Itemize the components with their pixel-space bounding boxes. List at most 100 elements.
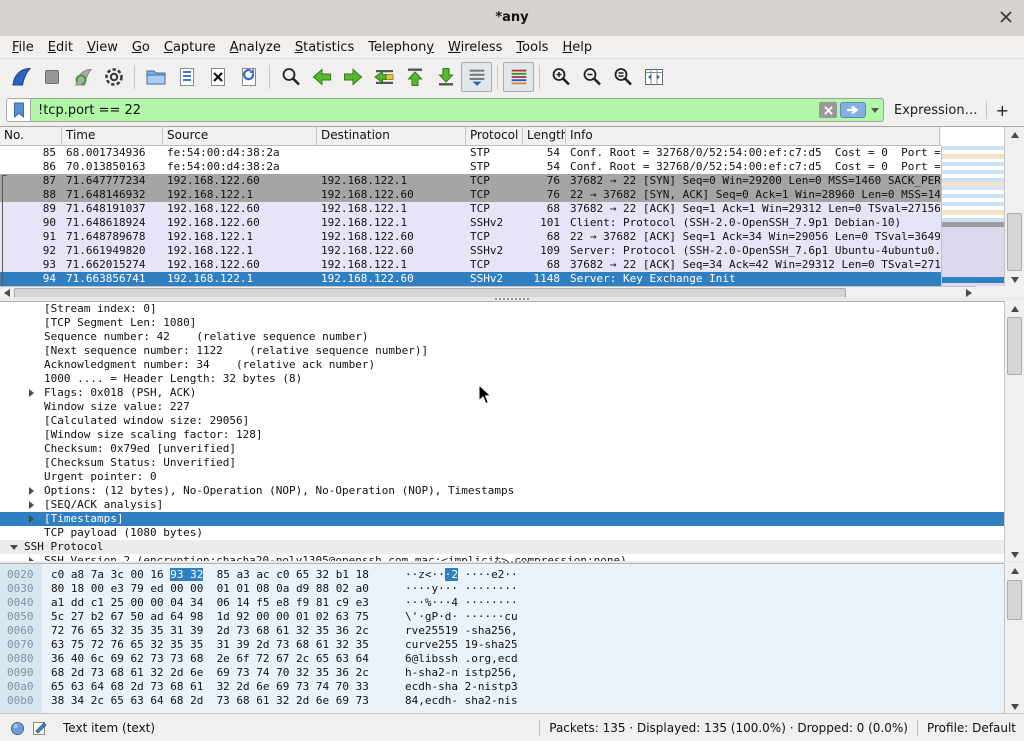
expander-closed-icon[interactable] bbox=[29, 515, 34, 523]
colorize-packets-icon[interactable] bbox=[503, 62, 534, 92]
packet-row-91[interactable]: 9171.648789678192.168.122.1192.168.122.6… bbox=[0, 230, 941, 244]
expert-info-icon[interactable] bbox=[10, 721, 25, 736]
scroll-thumb[interactable] bbox=[1007, 213, 1022, 271]
menu-analyze[interactable]: Analyze bbox=[223, 38, 288, 57]
detail-line[interactable]: [Checksum Status: Unverified] bbox=[0, 456, 1004, 470]
column-header-destination[interactable]: Destination bbox=[317, 127, 466, 145]
close-icon[interactable] bbox=[999, 10, 1013, 24]
expander-open-icon[interactable] bbox=[10, 545, 18, 550]
detail-line[interactable]: [Stream index: 0] bbox=[0, 302, 1004, 316]
scroll-left-arrow[interactable] bbox=[4, 289, 10, 297]
menu-capture[interactable]: Capture bbox=[157, 38, 223, 57]
column-header-time[interactable]: Time bbox=[62, 127, 163, 145]
packet-row-93[interactable]: 9371.662015274192.168.122.60192.168.122.… bbox=[0, 258, 941, 272]
hex-vscrollbar[interactable] bbox=[1004, 563, 1024, 713]
stop-capture-icon[interactable] bbox=[36, 62, 67, 92]
packet-row-86[interactable]: 8670.013850163fe:54:00:d4:38:2aSTP54Conf… bbox=[0, 160, 941, 174]
zoom-out-icon[interactable] bbox=[576, 62, 607, 92]
close-file-icon[interactable] bbox=[202, 62, 233, 92]
go-last-packet-icon[interactable] bbox=[430, 62, 461, 92]
detail-line[interactable]: 1000 .... = Header Length: 32 bytes (8) bbox=[0, 372, 1004, 386]
hex-row-0050[interactable]: 00505c 27 b2 67 50 ad 64 98 1d 92 00 00 … bbox=[0, 610, 1024, 624]
scroll-up-arrow[interactable] bbox=[1011, 306, 1019, 312]
hex-row-0030[interactable]: 003080 18 00 e3 79 ed 00 00 01 01 08 0a … bbox=[0, 582, 1024, 596]
title-bar[interactable]: *any bbox=[0, 0, 1024, 37]
menu-wireless[interactable]: Wireless bbox=[441, 38, 509, 57]
detail-line[interactable]: [Calculated window size: 29056] bbox=[0, 414, 1004, 428]
hex-row-00b0[interactable]: 00b038 34 2c 65 63 64 68 2d 73 68 61 32 … bbox=[0, 694, 1024, 708]
packet-row-87[interactable]: 8771.647777234192.168.122.60192.168.122.… bbox=[0, 174, 941, 188]
packet-list-minimap[interactable] bbox=[941, 146, 1004, 298]
zoom-original-icon[interactable] bbox=[607, 62, 638, 92]
find-packet-icon[interactable] bbox=[275, 62, 306, 92]
start-capture-icon[interactable] bbox=[5, 62, 36, 92]
hex-row-0020[interactable]: 0020c0 a8 7a 3c 00 16 93 32 85 a3 ac c0 … bbox=[0, 568, 1024, 582]
detail-line[interactable]: Sequence number: 42 (relative sequence n… bbox=[0, 330, 1004, 344]
column-header-info[interactable]: Info bbox=[566, 127, 940, 145]
auto-scroll-icon[interactable] bbox=[461, 62, 492, 92]
menu-view[interactable]: View bbox=[80, 38, 125, 57]
save-file-icon[interactable] bbox=[171, 62, 202, 92]
detail-line[interactable]: Window size value: 227 bbox=[0, 400, 1004, 414]
detail-line[interactable]: Checksum: 0x79ed [unverified] bbox=[0, 442, 1004, 456]
expander-closed-icon[interactable] bbox=[29, 501, 34, 509]
filter-add-button[interactable]: + bbox=[987, 101, 1018, 120]
detail-line[interactable]: Options: (12 bytes), No-Operation (NOP),… bbox=[0, 484, 1004, 498]
scroll-thumb[interactable] bbox=[1007, 317, 1022, 375]
hex-row-0090[interactable]: 009068 2d 73 68 61 32 2d 6e 69 73 74 70 … bbox=[0, 666, 1024, 680]
expression-button[interactable]: Expression… bbox=[884, 103, 986, 118]
detail-line[interactable]: Flags: 0x018 (PSH, ACK) bbox=[0, 386, 1004, 400]
hex-row-0060[interactable]: 006072 76 65 32 35 35 31 39 2d 73 68 61 … bbox=[0, 624, 1024, 638]
resize-columns-icon[interactable] bbox=[638, 62, 669, 92]
scroll-right-arrow[interactable] bbox=[966, 289, 972, 297]
column-header-no[interactable]: No. bbox=[0, 127, 62, 145]
scroll-up-arrow[interactable] bbox=[1011, 132, 1019, 138]
expander-closed-icon[interactable] bbox=[29, 487, 34, 495]
packet-row-89[interactable]: 8971.648191037192.168.122.60192.168.122.… bbox=[0, 202, 941, 216]
menu-edit[interactable]: Edit bbox=[41, 38, 80, 57]
detail-line[interactable]: Urgent pointer: 0 bbox=[0, 470, 1004, 484]
go-to-packet-icon[interactable] bbox=[368, 62, 399, 92]
scroll-down-arrow[interactable] bbox=[1011, 277, 1019, 283]
scroll-up-arrow[interactable] bbox=[1011, 568, 1019, 574]
detail-line[interactable]: [Timestamps] bbox=[0, 512, 1004, 526]
hex-row-0040[interactable]: 0040a1 dd c1 25 00 00 04 34 06 14 f5 e8 … bbox=[0, 596, 1024, 610]
detail-line[interactable]: [Next sequence number: 1122 (relative se… bbox=[0, 344, 1004, 358]
details-vscrollbar[interactable] bbox=[1004, 301, 1024, 561]
packet-row-85[interactable]: 8568.001734936fe:54:00:d4:38:2aSTP54Conf… bbox=[0, 146, 941, 160]
open-file-icon[interactable] bbox=[140, 62, 171, 92]
packet-row-90[interactable]: 9071.648618924192.168.122.60192.168.122.… bbox=[0, 216, 941, 230]
detail-line[interactable]: [TCP Segment Len: 1080] bbox=[0, 316, 1004, 330]
expander-closed-icon[interactable] bbox=[29, 389, 34, 397]
go-back-icon[interactable] bbox=[306, 62, 337, 92]
hex-row-0080[interactable]: 008036 40 6c 69 62 73 73 68 2e 6f 72 67 … bbox=[0, 652, 1024, 666]
filter-bookmark-button[interactable] bbox=[6, 98, 31, 122]
reload-file-icon[interactable] bbox=[233, 62, 264, 92]
menu-telephony[interactable]: Telephony bbox=[361, 38, 441, 57]
menu-statistics[interactable]: Statistics bbox=[288, 38, 361, 57]
packet-row-92[interactable]: 9271.661949820192.168.122.1192.168.122.6… bbox=[0, 244, 941, 258]
scroll-thumb[interactable] bbox=[1007, 580, 1022, 620]
menu-tools[interactable]: Tools bbox=[509, 38, 555, 57]
hex-row-0070[interactable]: 007063 75 72 76 65 32 35 35 31 39 2d 73 … bbox=[0, 638, 1024, 652]
packet-row-94[interactable]: 9471.663856741192.168.122.1192.168.122.6… bbox=[0, 272, 941, 286]
column-header-source[interactable]: Source bbox=[163, 127, 317, 145]
go-forward-icon[interactable] bbox=[337, 62, 368, 92]
scroll-down-arrow[interactable] bbox=[1011, 552, 1019, 558]
hex-row-00a0[interactable]: 00a065 63 64 68 2d 73 68 61 32 2d 6e 69 … bbox=[0, 680, 1024, 694]
filter-apply-button[interactable] bbox=[840, 102, 866, 118]
restart-capture-icon[interactable] bbox=[67, 62, 98, 92]
go-first-packet-icon[interactable] bbox=[399, 62, 430, 92]
menu-go[interactable]: Go bbox=[125, 38, 157, 57]
capture-comment-icon[interactable] bbox=[32, 720, 48, 736]
filter-dropdown-caret[interactable] bbox=[871, 108, 879, 113]
scroll-down-arrow[interactable] bbox=[1011, 704, 1019, 710]
packet-row-88[interactable]: 8871.648146932192.168.122.1192.168.122.6… bbox=[0, 188, 941, 202]
detail-line[interactable]: [SEQ/ACK analysis] bbox=[0, 498, 1004, 512]
menu-help[interactable]: Help bbox=[555, 38, 599, 57]
detail-line[interactable]: Acknowledgment number: 34 (relative ack … bbox=[0, 358, 1004, 372]
detail-line[interactable]: SSH Protocol bbox=[0, 540, 1004, 554]
packet-list-vscrollbar[interactable] bbox=[1004, 127, 1024, 286]
filter-clear-button[interactable] bbox=[819, 102, 837, 118]
status-profile[interactable]: Profile: Default bbox=[927, 721, 1024, 735]
